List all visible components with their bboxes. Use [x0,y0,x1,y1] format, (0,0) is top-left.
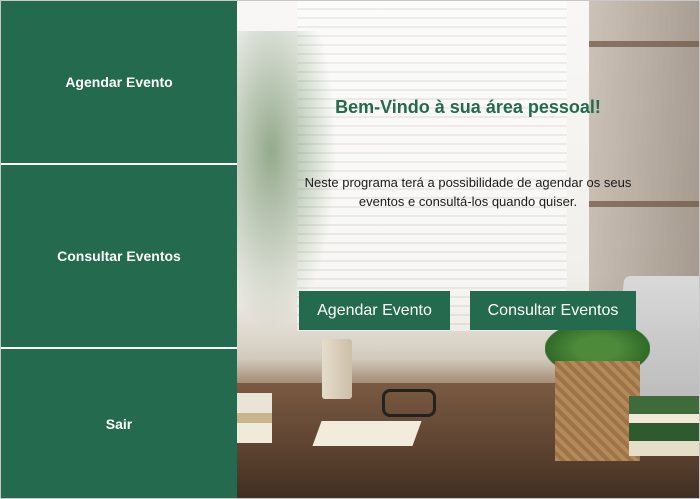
sidebar-item-label: Sair [105,415,133,432]
app-window: Agendar Evento Consultar Eventos Sair Be… [0,0,700,499]
sidebar-item-label: Consultar Eventos [57,248,181,264]
books-stack-image [629,396,699,456]
open-book-image [312,421,422,446]
sidebar-item-label: Agendar Evento [65,74,173,90]
sidebar-item-sair[interactable]: Sair [1,349,237,498]
button-label: Consultar Eventos [487,301,619,319]
main-panel: Bem-Vindo à sua área pessoal! Neste prog… [237,1,699,498]
shelf-board [589,41,699,47]
books-stack-image [237,393,272,443]
consult-events-button[interactable]: Consultar Eventos [470,291,636,330]
window-blinds-image [297,1,567,331]
button-label: Agendar Evento [317,301,432,319]
schedule-event-button[interactable]: Agendar Evento [299,291,450,330]
sidebar-item-agendar-evento[interactable]: Agendar Evento [1,1,237,163]
sidebar-item-consultar-eventos[interactable]: Consultar Eventos [1,165,237,347]
sidebar: Agendar Evento Consultar Eventos Sair [1,1,237,498]
mug-image [322,339,352,399]
glasses-image [382,389,436,417]
welcome-title: Bem-Vindo à sua área pessoal! [335,97,601,117]
plant-pot-image [555,361,640,461]
welcome-description: Neste programa terá a possibilidade de a… [304,175,632,209]
